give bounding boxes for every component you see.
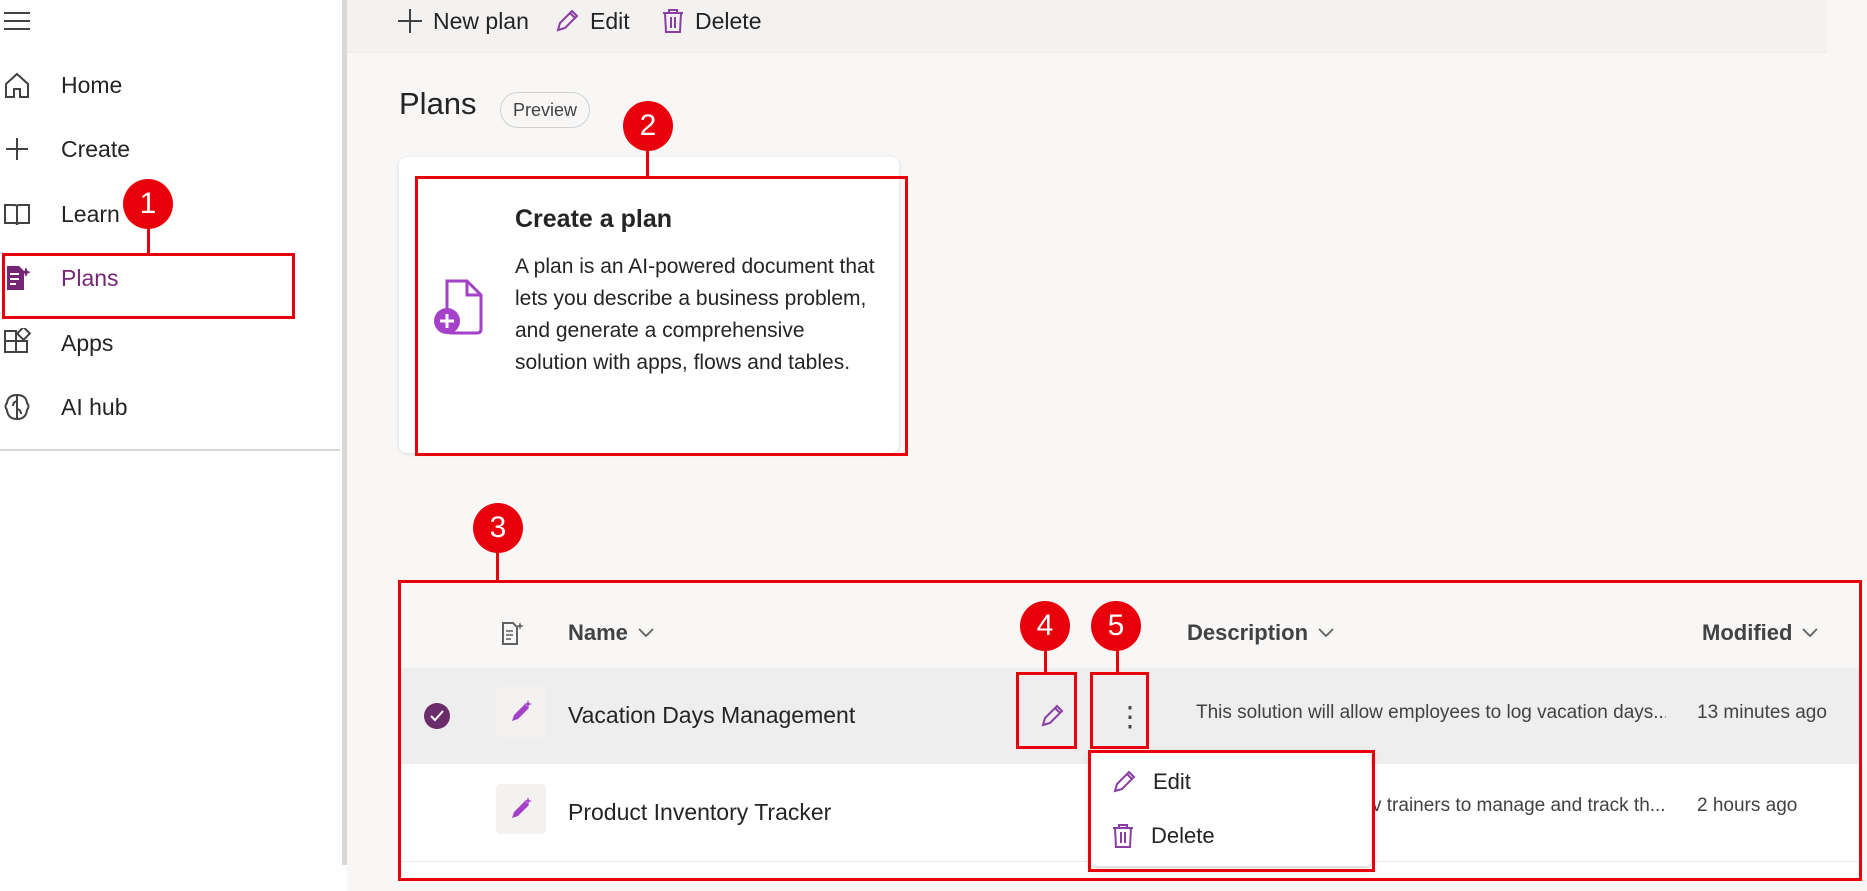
left-nav: Home Create Learn Plans Apps AI hub <box>0 0 347 865</box>
nav-item-plans[interactable]: Plans <box>0 249 300 309</box>
context-menu-delete-label: Delete <box>1151 823 1215 848</box>
plus-icon <box>6 138 28 160</box>
trash-icon <box>1113 824 1133 848</box>
nav-item-home[interactable]: Home <box>0 56 300 116</box>
chevron-down-icon <box>1318 628 1334 638</box>
ai-hub-icon <box>4 393 30 421</box>
callout-badge-3: 3 <box>473 503 523 553</box>
context-menu-edit[interactable]: Edit <box>1111 762 1191 802</box>
nav-item-ai-hub[interactable]: AI hub <box>0 378 300 438</box>
row-modified: 13 minutes ago <box>1697 702 1827 723</box>
row-edit-pencil-icon[interactable] <box>1032 696 1072 736</box>
nav-item-label: AI hub <box>61 394 128 420</box>
callout-badge-5: 5 <box>1091 601 1141 651</box>
edit-button[interactable]: Edit <box>554 4 630 38</box>
trash-icon <box>663 9 683 33</box>
more-options-icon[interactable]: ⋮ <box>1110 696 1150 736</box>
home-icon <box>5 72 29 98</box>
preview-badge: Preview <box>500 92 590 128</box>
create-plan-description: A plan is an AI-powered document that le… <box>515 255 875 374</box>
row-context-menu: Edit Delete <box>1091 752 1371 866</box>
create-plan-card[interactable]: Create a plan A plan is an AI-powered do… <box>399 157 899 453</box>
nav-item-label: Home <box>61 72 123 98</box>
nav-item-apps[interactable]: Apps <box>0 314 300 374</box>
delete-button[interactable]: Delete <box>661 4 761 38</box>
create-plan-title: Create a plan <box>515 205 673 233</box>
new-document-icon <box>434 279 483 335</box>
row-description: v trainers to manage and track th... <box>1372 795 1666 816</box>
row-description: This solution will allow employees to lo… <box>1196 702 1666 723</box>
table-row[interactable]: Vacation Days Management ⋮ This solution… <box>400 668 1860 764</box>
nav-item-label: Learn <box>61 201 120 227</box>
edit-label: Edit <box>590 7 630 34</box>
plan-icon <box>496 784 546 834</box>
column-modified-label: Modified <box>1702 620 1793 645</box>
column-name-label: Name <box>568 620 628 645</box>
column-header-modified[interactable]: Modified <box>1702 620 1819 646</box>
callout-badge-2: 2 <box>623 101 673 151</box>
callout-connector <box>496 552 499 581</box>
nav-item-label: Apps <box>61 330 114 356</box>
sidebar-divider <box>0 449 340 451</box>
row-modified: 2 hours ago <box>1697 795 1798 816</box>
new-plan-label: New plan <box>433 7 529 34</box>
row-name[interactable]: Vacation Days Management <box>568 702 855 729</box>
page-title: Plans <box>399 86 477 121</box>
new-plan-button[interactable]: New plan <box>397 4 529 38</box>
book-icon <box>4 204 30 226</box>
nav-item-label: Plans <box>61 265 119 291</box>
chevron-down-icon <box>638 628 654 638</box>
command-bar: New plan Edit Delete <box>347 0 1827 53</box>
callout-connector <box>646 148 649 177</box>
context-menu-delete[interactable]: Delete <box>1111 816 1215 856</box>
nav-item-label: Create <box>61 136 131 162</box>
pencil-icon <box>1113 770 1136 793</box>
chevron-down-icon <box>1802 628 1819 638</box>
apps-icon <box>4 328 32 353</box>
nav-item-create[interactable]: Create <box>0 120 300 180</box>
hamburger-menu-icon[interactable] <box>4 10 30 32</box>
context-menu-edit-label: Edit <box>1153 769 1191 794</box>
plans-icon <box>7 266 31 290</box>
column-description-label: Description <box>1187 620 1309 645</box>
delete-label: Delete <box>695 7 762 34</box>
row-selected-checkmark-icon[interactable] <box>424 703 450 729</box>
pencil-icon <box>556 9 579 32</box>
callout-badge-4: 4 <box>1020 601 1070 651</box>
callout-badge-1: 1 <box>123 179 173 229</box>
column-header-name[interactable]: Name <box>568 620 654 646</box>
plus-icon <box>398 9 422 33</box>
plan-type-column-icon <box>502 622 524 645</box>
callout-connector <box>147 226 150 254</box>
plan-icon <box>496 687 546 737</box>
row-name[interactable]: Product Inventory Tracker <box>568 799 831 826</box>
column-header-description[interactable]: Description <box>1187 620 1334 646</box>
